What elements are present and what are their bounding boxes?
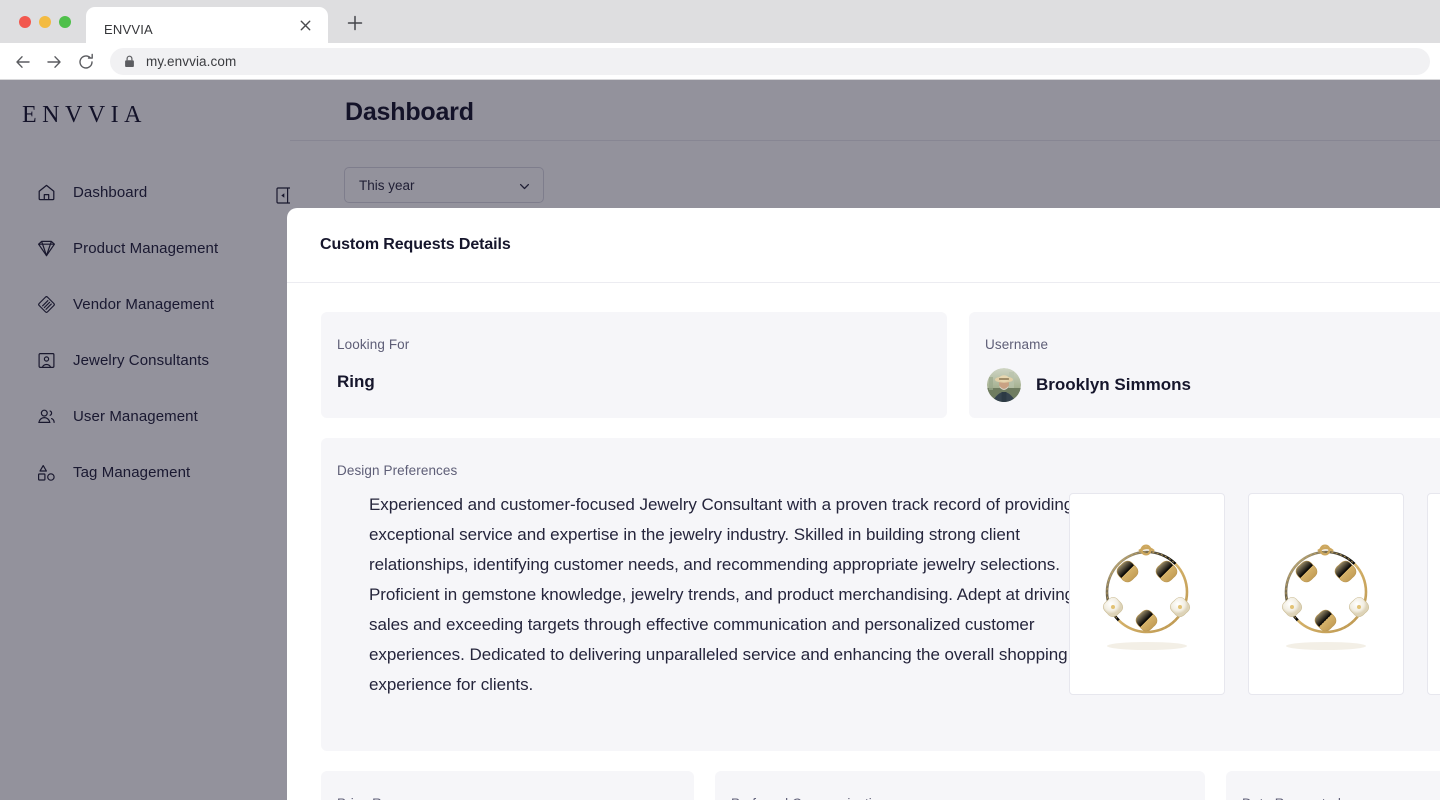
avatar bbox=[987, 368, 1021, 402]
window-traffic-lights bbox=[19, 16, 71, 28]
username-label: Username bbox=[985, 337, 1049, 352]
close-window-button[interactable] bbox=[19, 16, 31, 28]
lock-icon bbox=[124, 55, 135, 68]
modal-body: Looking For Ring Username Brooklyn Simmo… bbox=[287, 283, 1440, 800]
username-row: Brooklyn Simmons bbox=[987, 368, 1191, 402]
back-arrow-icon[interactable] bbox=[13, 52, 33, 72]
jewelry-thumbnail[interactable] bbox=[1248, 493, 1404, 695]
close-icon[interactable] bbox=[298, 18, 313, 33]
username-card: Username Brooklyn Simmons bbox=[969, 312, 1440, 418]
preferred-communication-label: Preferred Communication bbox=[731, 796, 887, 800]
minimize-window-button[interactable] bbox=[39, 16, 51, 28]
preferred-communication-card: Preferred Communication bbox=[715, 771, 1205, 800]
application-root: ENVVIA Dashboard Product Management Vend… bbox=[0, 80, 1440, 800]
forward-arrow-icon[interactable] bbox=[44, 52, 64, 72]
url-text: my.envvia.com bbox=[146, 54, 237, 69]
design-preferences-thumbnails bbox=[1069, 493, 1440, 695]
design-preferences-text: Experienced and customer-focused Jewelry… bbox=[369, 495, 1075, 694]
browser-chrome: ENVVIA my.envvia.com bbox=[0, 0, 1440, 80]
looking-for-value: Ring bbox=[337, 372, 375, 391]
reload-icon[interactable] bbox=[76, 52, 96, 72]
price-range-card: Price Range bbox=[321, 771, 694, 800]
design-preferences-card: Design Preferences Experienced and custo… bbox=[321, 438, 1440, 751]
maximize-window-button[interactable] bbox=[59, 16, 71, 28]
gold-clover-bracelet-icon bbox=[1102, 544, 1191, 650]
address-bar[interactable]: my.envvia.com bbox=[110, 48, 1430, 75]
browser-tab-title: ENVVIA bbox=[104, 22, 153, 37]
looking-for-card: Looking For Ring bbox=[321, 312, 947, 418]
date-requested-label: Date Requested bbox=[1242, 796, 1341, 800]
browser-toolbar: my.envvia.com bbox=[0, 43, 1440, 80]
price-range-label: Price Range bbox=[337, 796, 412, 800]
date-requested-card: Date Requested bbox=[1226, 771, 1440, 800]
browser-tab[interactable]: ENVVIA bbox=[86, 7, 328, 43]
design-preferences-label: Design Preferences bbox=[337, 463, 458, 478]
looking-for-label: Looking For bbox=[337, 337, 410, 352]
username-value: Brooklyn Simmons bbox=[1036, 375, 1191, 394]
new-tab-button[interactable] bbox=[344, 12, 366, 34]
jewelry-thumbnail[interactable] bbox=[1427, 493, 1440, 695]
modal-title: Custom Requests Details bbox=[320, 236, 511, 253]
gold-clover-bracelet-icon bbox=[1281, 544, 1370, 650]
modal-header: Custom Requests Details bbox=[287, 208, 1440, 283]
browser-tabstrip: ENVVIA bbox=[0, 0, 1440, 43]
custom-requests-details-modal: Custom Requests Details Looking For Ring… bbox=[287, 208, 1440, 800]
jewelry-thumbnail[interactable] bbox=[1069, 493, 1225, 695]
